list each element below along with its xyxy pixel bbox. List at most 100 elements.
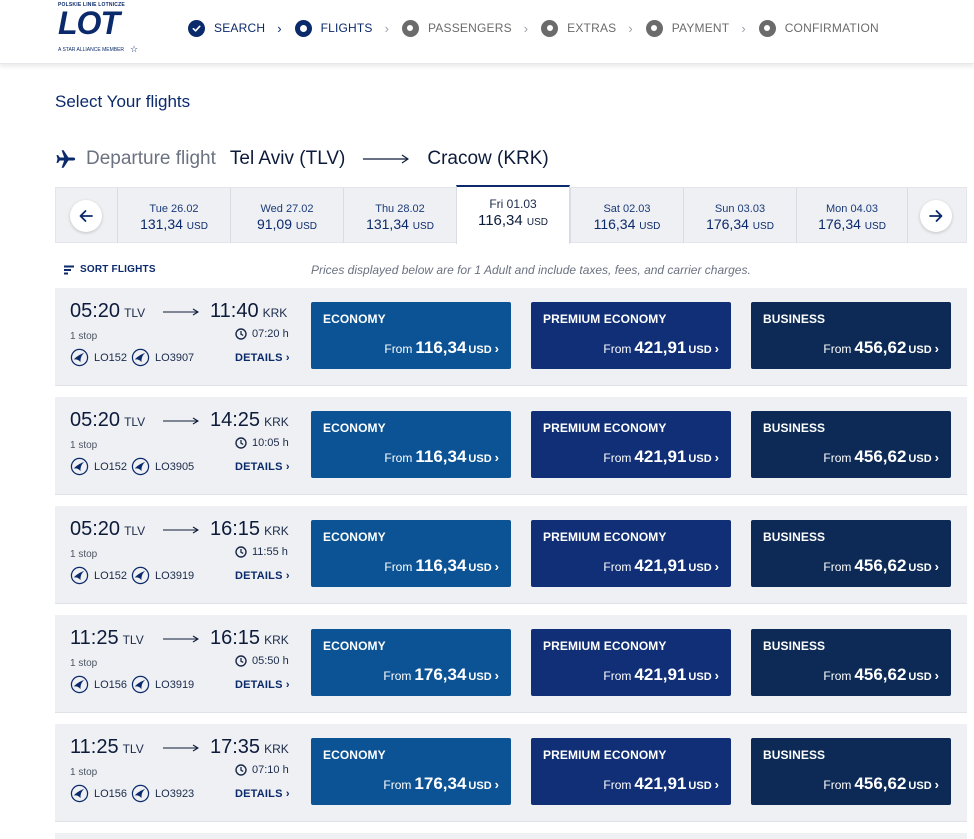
fare-price: From 456,62 USD › (823, 447, 939, 467)
fare-business-button[interactable]: BUSINESS From 456,62 USD › (751, 738, 951, 805)
lot-crane-icon (70, 348, 89, 367)
price-note: Prices displayed below are for 1 Adult a… (311, 263, 751, 277)
fare-business-button[interactable]: BUSINESS From 456,62 USD › (751, 411, 951, 478)
date-option[interactable]: Mon 04.03 176,34 USD (796, 188, 908, 243)
details-link[interactable]: DETAILS › (235, 461, 290, 473)
chevron-right-icon: › (934, 668, 939, 683)
chevron-right-icon: › (628, 20, 633, 36)
previous-dates-button[interactable] (70, 200, 102, 232)
from-label: From (603, 560, 632, 574)
date-amount: 91,09 (256, 216, 293, 232)
arrival-time-value: 16:15 (210, 518, 261, 540)
duration-value: 10:05 h (252, 437, 289, 449)
arrival-time-value: 14:25 (210, 409, 261, 431)
fare-amount: 421,91 (634, 774, 687, 793)
flight-number: LO152 (94, 351, 128, 364)
details-link[interactable]: DETAILS › (235, 570, 290, 582)
flight-row: 05:20TLV 14:25KRK 1 stop 10:05 h LO152 (55, 397, 967, 495)
clock-icon (235, 764, 247, 776)
from-label: From (384, 560, 413, 574)
fare-business-button[interactable]: BUSINESS From 456,62 USD › (751, 302, 951, 369)
flight-numbers: LO156 LO3923 (70, 784, 198, 803)
departure-time: 05:20 TLV (70, 518, 145, 541)
stops-count: 1 stop (70, 658, 98, 669)
next-dates-button[interactable] (920, 200, 952, 232)
fare-class-label: ECONOMY (323, 748, 386, 762)
details-link[interactable]: DETAILS › (235, 679, 290, 691)
date-option[interactable]: Sat 02.03 116,34 USD (570, 188, 683, 243)
fare-economy-button[interactable]: ECONOMY From 116,34 USD › (311, 411, 511, 478)
details-label: DETAILS (235, 679, 283, 691)
sort-flights-button[interactable]: SORT FLIGHTS (64, 264, 156, 275)
date-day: Mon 04.03 (826, 203, 878, 215)
flight-number: LO3923 (155, 787, 195, 800)
date-price: 116,34 USD (571, 216, 683, 232)
fare-premium-economy-button[interactable]: PREMIUM ECONOMY From 421,91 USD › (531, 520, 731, 587)
fare-business-button[interactable]: BUSINESS From 456,62 USD › (751, 629, 951, 696)
fare-premium-economy-button[interactable]: PREMIUM ECONOMY From 421,91 USD › (531, 302, 731, 369)
lot-logo[interactable]: POLSKIE LINIE LOTNICZE LOT A STAR ALLIAN… (58, 2, 142, 58)
flight-row: 11:25TLV 16:15KRK 1 stop 05:50 h LO156 (55, 615, 967, 713)
fare-economy-button[interactable]: ECONOMY From 116,34 USD › (311, 302, 511, 369)
date-option[interactable]: Wed 27.02 91,09 USD (230, 188, 343, 243)
fare-business-button[interactable]: BUSINESS From 456,62 USD › (751, 520, 951, 587)
date-day: Sun 03.03 (714, 203, 766, 215)
arrival-time: 16:15 KRK (210, 518, 289, 541)
details-link[interactable]: DETAILS › (235, 788, 290, 800)
date-price: 131,34 USD (344, 216, 456, 232)
date-option[interactable]: Sun 03.03 176,34 USD (683, 188, 796, 243)
date-day: Wed 27.02 (260, 203, 314, 215)
date-amount: 176,34 (706, 216, 749, 232)
booking-steps: SEARCH › FLIGHTS › PASSENGERS › EXTRAS ›… (188, 18, 879, 38)
fare-price: From 456,62 USD › (823, 665, 939, 685)
step-label: EXTRAS (567, 21, 617, 35)
clock-icon (235, 546, 247, 558)
clock-icon (235, 437, 247, 449)
date-price: 176,34 USD (797, 216, 907, 232)
date-option[interactable]: Tue 26.02 131,34 USD (117, 188, 230, 243)
arrival-time-value: 16:15 (210, 627, 261, 649)
next-flight-row-edge (55, 833, 967, 839)
departure-time: 11:25 TLV (70, 736, 144, 759)
chevron-right-icon: › (714, 450, 719, 465)
fare-economy-button[interactable]: ECONOMY From 116,34 USD › (311, 520, 511, 587)
step-extras: EXTRAS (541, 19, 617, 37)
departure-code: TLV (122, 742, 144, 756)
top-header: POLSKIE LINIE LOTNICZE LOT A STAR ALLIAN… (0, 0, 974, 64)
fare-amount: 421,91 (634, 556, 687, 575)
details-label: DETAILS (235, 570, 283, 582)
fare-premium-economy-button[interactable]: PREMIUM ECONOMY From 421,91 USD › (531, 738, 731, 805)
pending-step-icon (758, 19, 776, 37)
details-link[interactable]: DETAILS › (235, 352, 290, 364)
arrival-time-value: 17:35 (210, 736, 261, 758)
lot-crane-icon (131, 348, 150, 367)
chevron-right-icon: › (285, 788, 290, 800)
lot-crane-icon (131, 566, 150, 585)
date-option-selected[interactable]: Fri 01.03 116,34 USD (456, 185, 570, 244)
fare-currency: USD (688, 344, 712, 356)
date-option[interactable]: Thu 28.02 131,34 USD (343, 188, 456, 243)
fare-currency: USD (468, 562, 492, 574)
duration-value: 11:55 h (252, 546, 288, 558)
fare-premium-economy-button[interactable]: PREMIUM ECONOMY From 421,91 USD › (531, 411, 731, 478)
fare-premium-economy-button[interactable]: PREMIUM ECONOMY From 421,91 USD › (531, 629, 731, 696)
step-passengers: PASSENGERS (401, 19, 512, 37)
duration: 10:05 h (235, 437, 289, 449)
fare-economy-button[interactable]: ECONOMY From 176,34 USD › (311, 629, 511, 696)
from-label: From (823, 451, 852, 465)
fare-currency: USD (908, 780, 932, 792)
step-search[interactable]: SEARCH (188, 19, 265, 37)
fare-price: From 176,34 USD › (383, 774, 499, 794)
date-currency: USD (864, 221, 886, 232)
fare-price: From 116,34 USD › (384, 447, 499, 467)
fare-economy-button[interactable]: ECONOMY From 176,34 USD › (311, 738, 511, 805)
fare-price: From 456,62 USD › (823, 338, 939, 358)
departure-label: Departure flight (86, 148, 216, 169)
date-amount: 116,34 (593, 216, 636, 232)
fare-amount: 116,34 (415, 447, 467, 466)
pending-step-icon (401, 19, 419, 37)
departure-code: TLV (122, 633, 144, 647)
fare-price: From 456,62 USD › (823, 774, 939, 794)
fare-currency: USD (688, 453, 712, 465)
date-day: Sat 02.03 (603, 203, 651, 215)
